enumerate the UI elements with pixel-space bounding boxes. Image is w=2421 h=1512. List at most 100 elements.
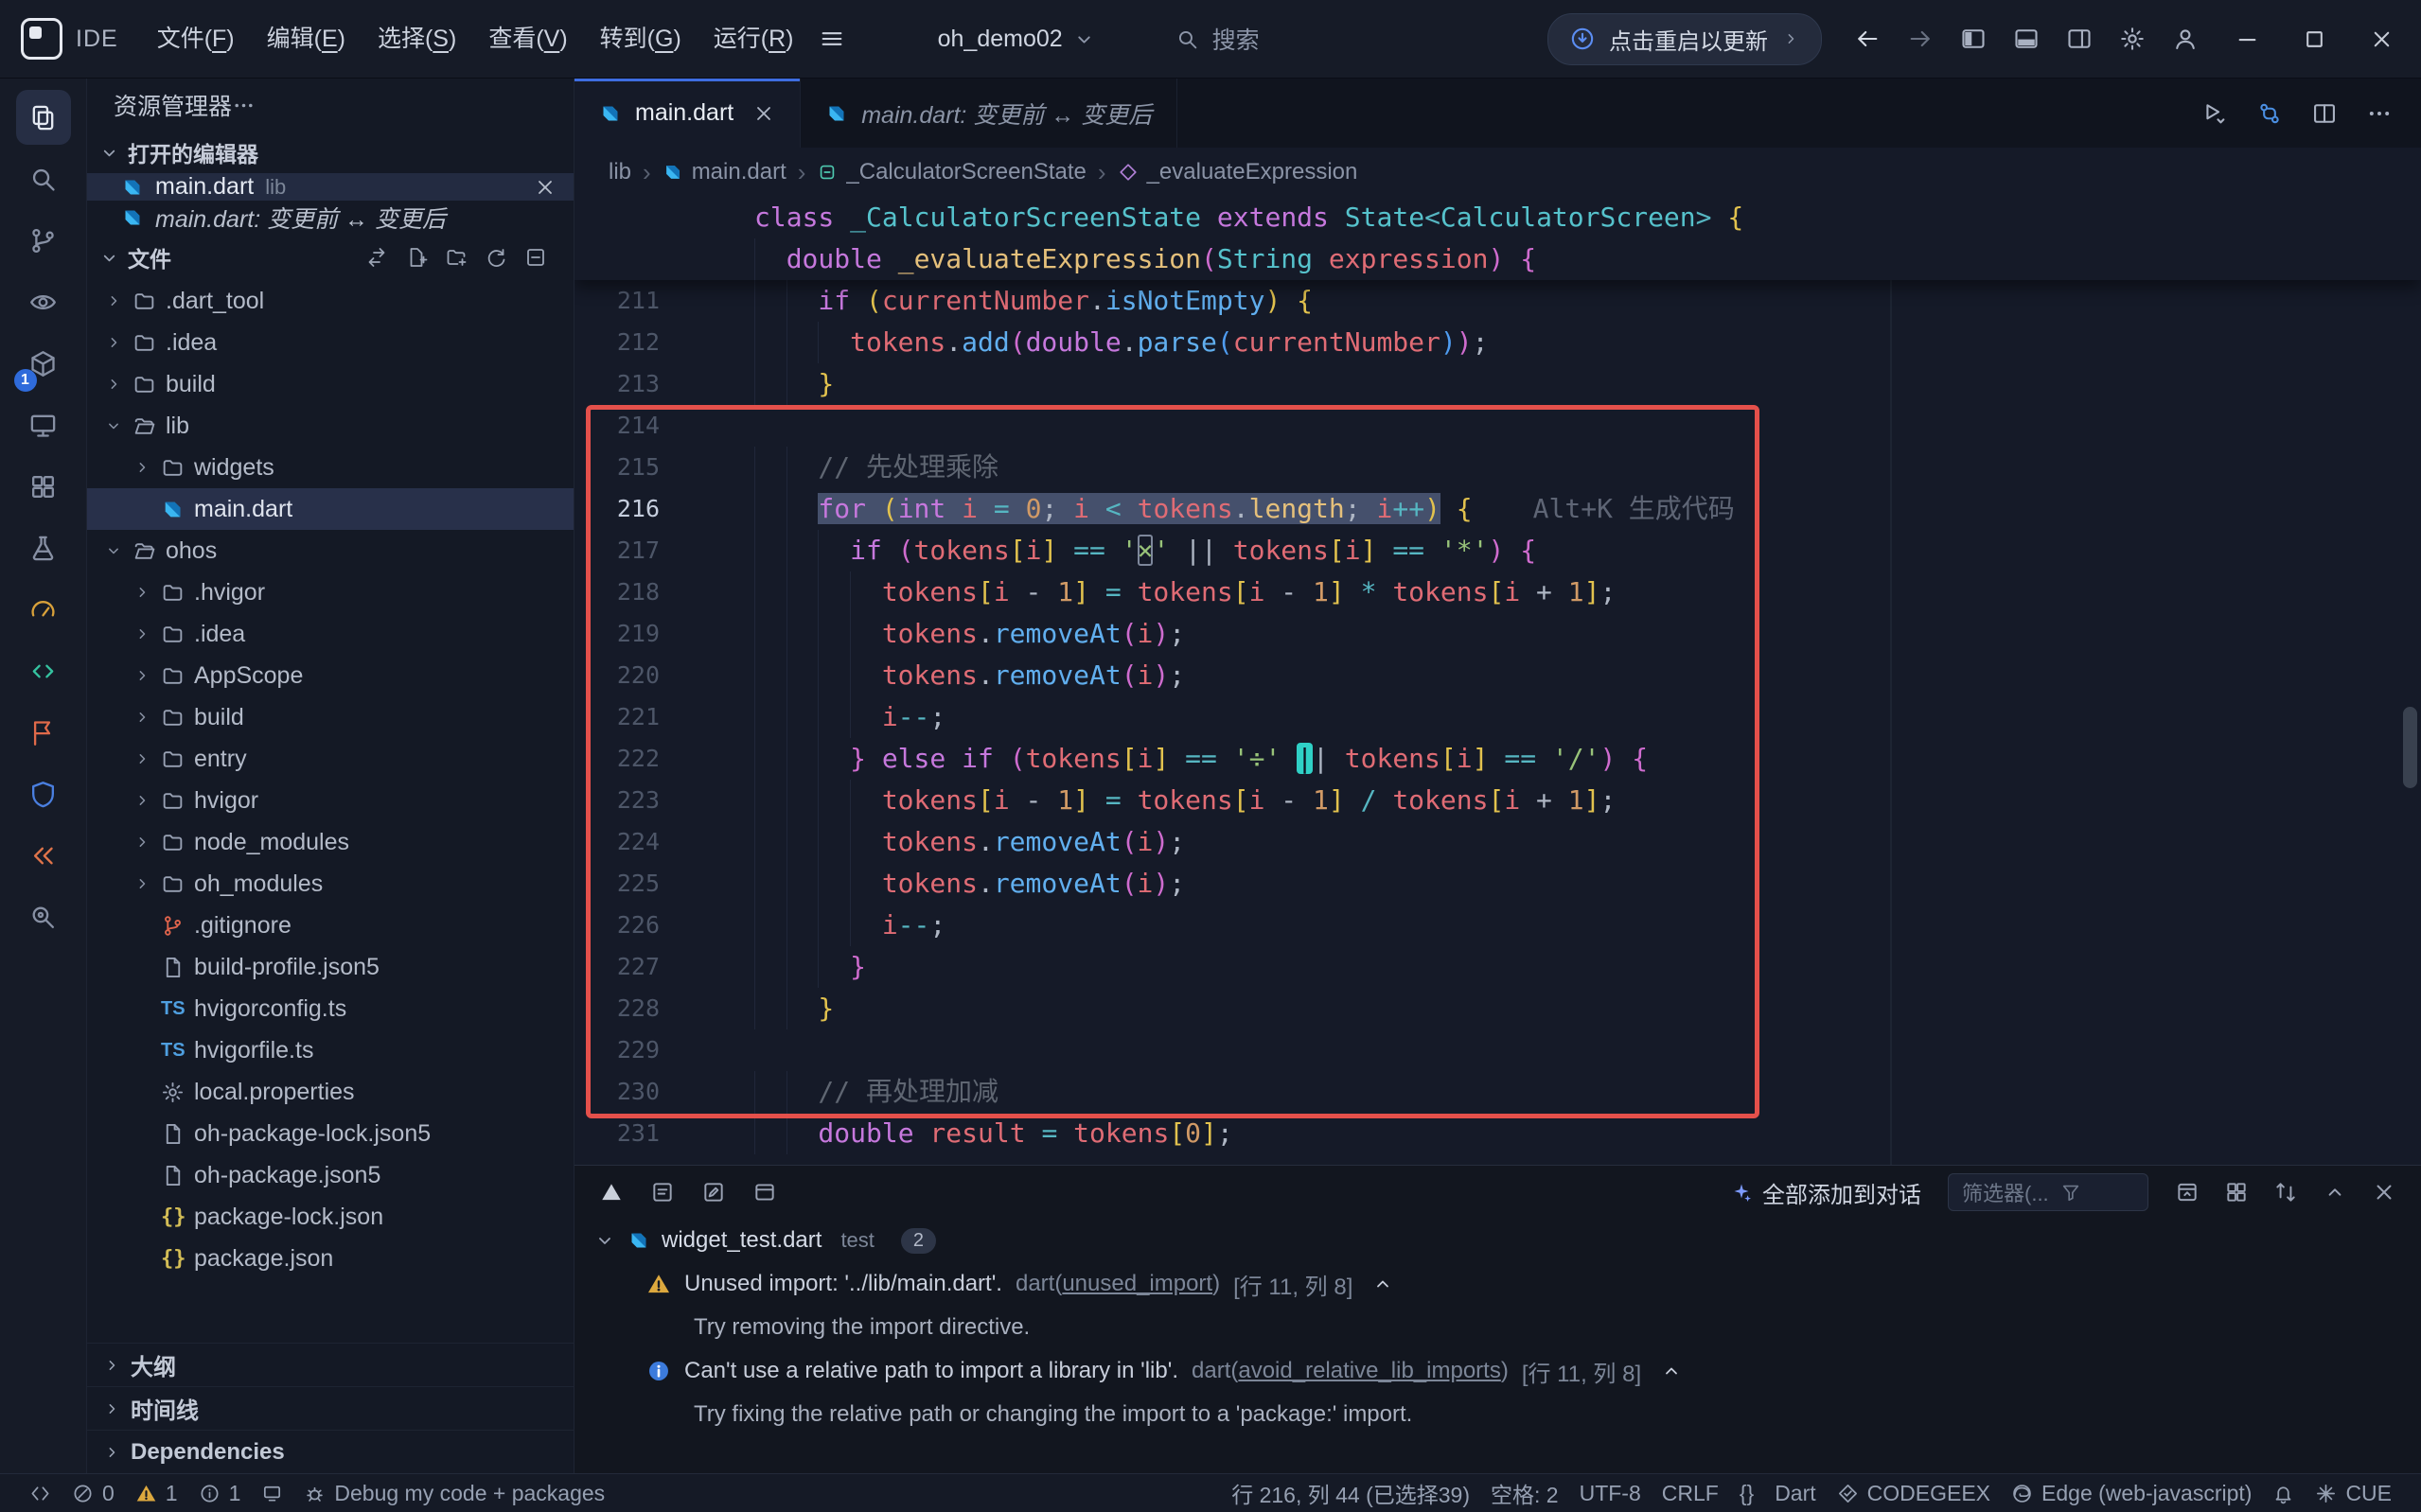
- tree-item[interactable]: lib: [87, 405, 574, 447]
- line-number[interactable]: 219: [574, 613, 754, 655]
- activity-test[interactable]: [16, 520, 71, 575]
- split-editor-button[interactable]: [2311, 100, 2338, 127]
- tree-item[interactable]: oh-package-lock.json5: [87, 1113, 574, 1154]
- open-editor-item[interactable]: main.dartlib: [87, 173, 574, 201]
- code-line-231[interactable]: 231double result = tokens[0];: [574, 1113, 2421, 1154]
- menu-overflow-icon[interactable]: [819, 26, 845, 52]
- tree-item[interactable]: {}package-lock.json: [87, 1196, 574, 1238]
- activity-previewer[interactable]: [16, 274, 71, 329]
- tree-item[interactable]: .idea: [87, 613, 574, 655]
- settings-button[interactable]: [2119, 26, 2146, 52]
- breadcrumb-item[interactable]: _evaluateExpression: [1118, 159, 1358, 185]
- sidebar-section[interactable]: 时间线: [87, 1386, 574, 1430]
- new-folder-button[interactable]: [445, 246, 468, 269]
- line-number[interactable]: 223: [574, 780, 754, 821]
- activity-app-gallery[interactable]: [16, 459, 71, 514]
- new-file-button[interactable]: [405, 246, 428, 269]
- line-number[interactable]: 222: [574, 738, 754, 780]
- code-line-212[interactable]: 212tokens.add(double.parse(currentNumber…: [574, 322, 2421, 363]
- editor-tab[interactable]: main.dart: [574, 79, 801, 148]
- editor-tab[interactable]: main.dart: 变更前 ↔ 变更后: [801, 79, 1177, 148]
- menubar-item[interactable]: 编辑(E): [251, 0, 362, 78]
- problem-hint-row[interactable]: Try removing the import directive.: [574, 1306, 2421, 1349]
- line-number[interactable]: 231: [574, 1113, 754, 1154]
- debug-console-view-button[interactable]: [701, 1180, 726, 1204]
- tree-item[interactable]: main.dart: [87, 488, 574, 530]
- nav-forward-button[interactable]: [1907, 26, 1934, 52]
- project-selector[interactable]: oh_demo02: [938, 26, 1096, 53]
- tree-item[interactable]: .idea: [87, 322, 574, 363]
- tree-item[interactable]: {}package.json: [87, 1238, 574, 1279]
- add-all-to-chat-button[interactable]: 全部添加到对话: [1730, 1176, 1921, 1209]
- activity-issue-reporter[interactable]: [16, 705, 71, 760]
- collapse-detail-icon[interactable]: [1660, 1360, 1683, 1382]
- code-line-216[interactable]: 216for (int i = 0; i < tokens.length; i+…: [574, 488, 2421, 530]
- status-debug-config[interactable]: Debug my code + packages: [293, 1474, 615, 1512]
- line-number[interactable]: 214: [574, 405, 754, 447]
- tree-item[interactable]: TShvigorconfig.ts: [87, 988, 574, 1029]
- line-number[interactable]: 220: [574, 655, 754, 696]
- files-section-header[interactable]: 文件: [87, 235, 574, 280]
- activity-explorer[interactable]: [16, 90, 71, 145]
- account-button[interactable]: [2172, 26, 2199, 52]
- code-editor[interactable]: class _CalculatorScreenState extends Sta…: [574, 197, 2421, 1165]
- activity-source-control[interactable]: [16, 213, 71, 268]
- tree-item[interactable]: build: [87, 696, 574, 738]
- line-number[interactable]: 221: [574, 696, 754, 738]
- status-codegeex[interactable]: CODEGEEX: [1827, 1481, 2001, 1506]
- status-cursor-position[interactable]: 行 216, 列 44 (已选择39): [1221, 1477, 1480, 1509]
- menubar-item[interactable]: 转到(G): [584, 0, 698, 78]
- line-number[interactable]: 229: [574, 1029, 754, 1071]
- tree-item[interactable]: AppScope: [87, 655, 574, 696]
- code-line-224[interactable]: 224tokens.removeAt(i);: [574, 821, 2421, 863]
- line-number[interactable]: 216: [574, 488, 754, 530]
- line-number[interactable]: 211: [574, 280, 754, 322]
- group-by-button[interactable]: [2224, 1180, 2249, 1204]
- activity-security-check[interactable]: [16, 766, 71, 821]
- activity-search[interactable]: [16, 151, 71, 206]
- breadcrumb-item[interactable]: lib: [609, 159, 631, 185]
- open-editors-header[interactable]: 打开的编辑器: [87, 132, 574, 173]
- code-line-225[interactable]: 225tokens.removeAt(i);: [574, 863, 2421, 905]
- terminal-view-button[interactable]: [752, 1180, 777, 1204]
- close-editor-button[interactable]: [534, 176, 557, 199]
- code-line-228[interactable]: 228}: [574, 988, 2421, 1029]
- problem-hint-row[interactable]: Try fixing the relative path or changing…: [574, 1393, 2421, 1436]
- activity-collapse-tools[interactable]: [16, 828, 71, 883]
- problems-file-row[interactable]: widget_test.darttest2: [574, 1219, 2421, 1262]
- status-debug-target[interactable]: Edge (web-javascript): [2001, 1481, 2262, 1506]
- code-line-230[interactable]: 230// 再处理加减: [574, 1071, 2421, 1113]
- tree-item[interactable]: hvigor: [87, 780, 574, 821]
- code-line-211[interactable]: 211if (currentNumber.isNotEmpty) {: [574, 280, 2421, 322]
- status-warning-count[interactable]: 1: [125, 1474, 188, 1512]
- refresh-button[interactable]: [485, 246, 507, 269]
- window-minimize-button[interactable]: [2235, 26, 2260, 52]
- restart-update-button[interactable]: 点击重启以更新: [1547, 13, 1822, 65]
- status-encoding[interactable]: UTF-8: [1569, 1481, 1652, 1506]
- activity-extensions[interactable]: 1: [16, 336, 71, 391]
- sidebar-section[interactable]: 大纲: [87, 1343, 574, 1386]
- status-bracket-mode[interactable]: {}: [1729, 1481, 1764, 1506]
- code-line-222[interactable]: 222} else if (tokens[i] == '÷' || tokens…: [574, 738, 2421, 780]
- toggle-left-panel-button[interactable]: [1960, 26, 1987, 52]
- activity-codelinter[interactable]: [16, 643, 71, 698]
- problems-filter-input[interactable]: 筛选器(...: [1948, 1173, 2148, 1211]
- status-ports[interactable]: [251, 1474, 293, 1512]
- rule-link[interactable]: unused_import: [1062, 1271, 1212, 1296]
- breadcrumb-item[interactable]: _CalculatorScreenState: [817, 159, 1086, 185]
- line-number[interactable]: 215: [574, 447, 754, 488]
- status-error-count[interactable]: 0: [62, 1474, 125, 1512]
- code-line-229[interactable]: 229: [574, 1029, 2421, 1071]
- code-line-214[interactable]: 214: [574, 405, 2421, 447]
- menubar-item[interactable]: 文件(F): [141, 0, 251, 78]
- status-info-count[interactable]: 1: [188, 1474, 252, 1512]
- status-remote-indicator[interactable]: [19, 1474, 62, 1512]
- status-eol[interactable]: CRLF: [1652, 1481, 1729, 1506]
- line-number[interactable]: 226: [574, 905, 754, 946]
- window-close-button[interactable]: [2369, 26, 2394, 52]
- line-number[interactable]: 227: [574, 946, 754, 988]
- toggle-bottom-panel-button[interactable]: [2013, 26, 2040, 52]
- open-changes-button[interactable]: [2256, 100, 2283, 127]
- open-view-button[interactable]: [2175, 1180, 2200, 1204]
- tree-item[interactable]: local.properties: [87, 1071, 574, 1113]
